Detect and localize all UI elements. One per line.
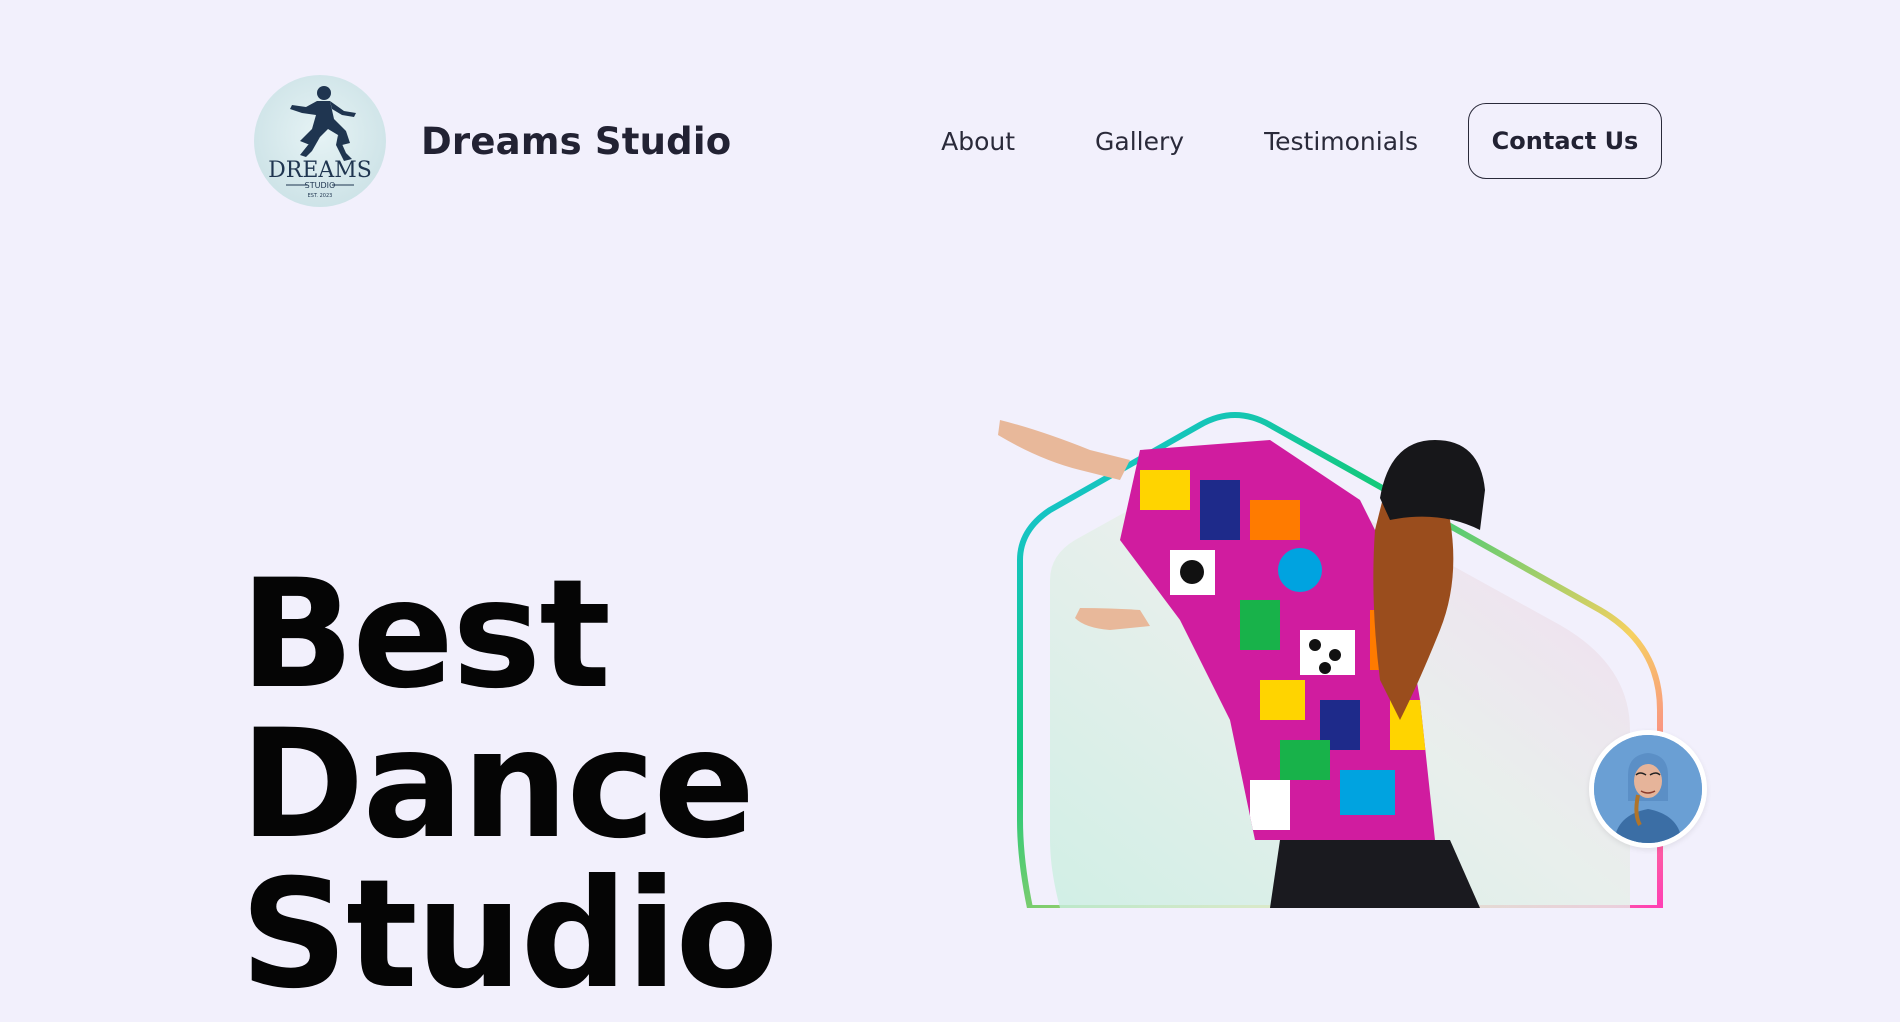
nav-about[interactable]: About: [941, 127, 1015, 156]
logo-subtext: STUDIO: [305, 181, 336, 190]
logo-text: DREAMS: [268, 158, 372, 183]
contact-us-button[interactable]: Contact Us: [1468, 103, 1662, 179]
person-avatar-icon: [1594, 735, 1702, 843]
site-header: DREAMS STUDIO EST. 2023 Dreams Studio Ab…: [254, 73, 1662, 209]
brand-name[interactable]: Dreams Studio: [421, 120, 731, 163]
hero-title-line: Dance: [240, 698, 755, 872]
logo-tagline: EST. 2023: [308, 193, 333, 199]
nav-testimonials[interactable]: Testimonials: [1264, 127, 1418, 156]
dancer-logo-icon: DREAMS STUDIO EST. 2023: [268, 86, 372, 199]
hero-title: Best Dance Studio: [240, 548, 778, 1022]
hero-title-line: Studio: [240, 848, 778, 1022]
hero-title-line: Best: [240, 548, 611, 722]
nav-gallery[interactable]: Gallery: [1095, 127, 1184, 156]
main-nav: About Gallery Testimonials Contact Us: [941, 103, 1662, 179]
brand-logo[interactable]: DREAMS STUDIO EST. 2023: [254, 75, 386, 207]
avatar[interactable]: [1589, 730, 1707, 848]
